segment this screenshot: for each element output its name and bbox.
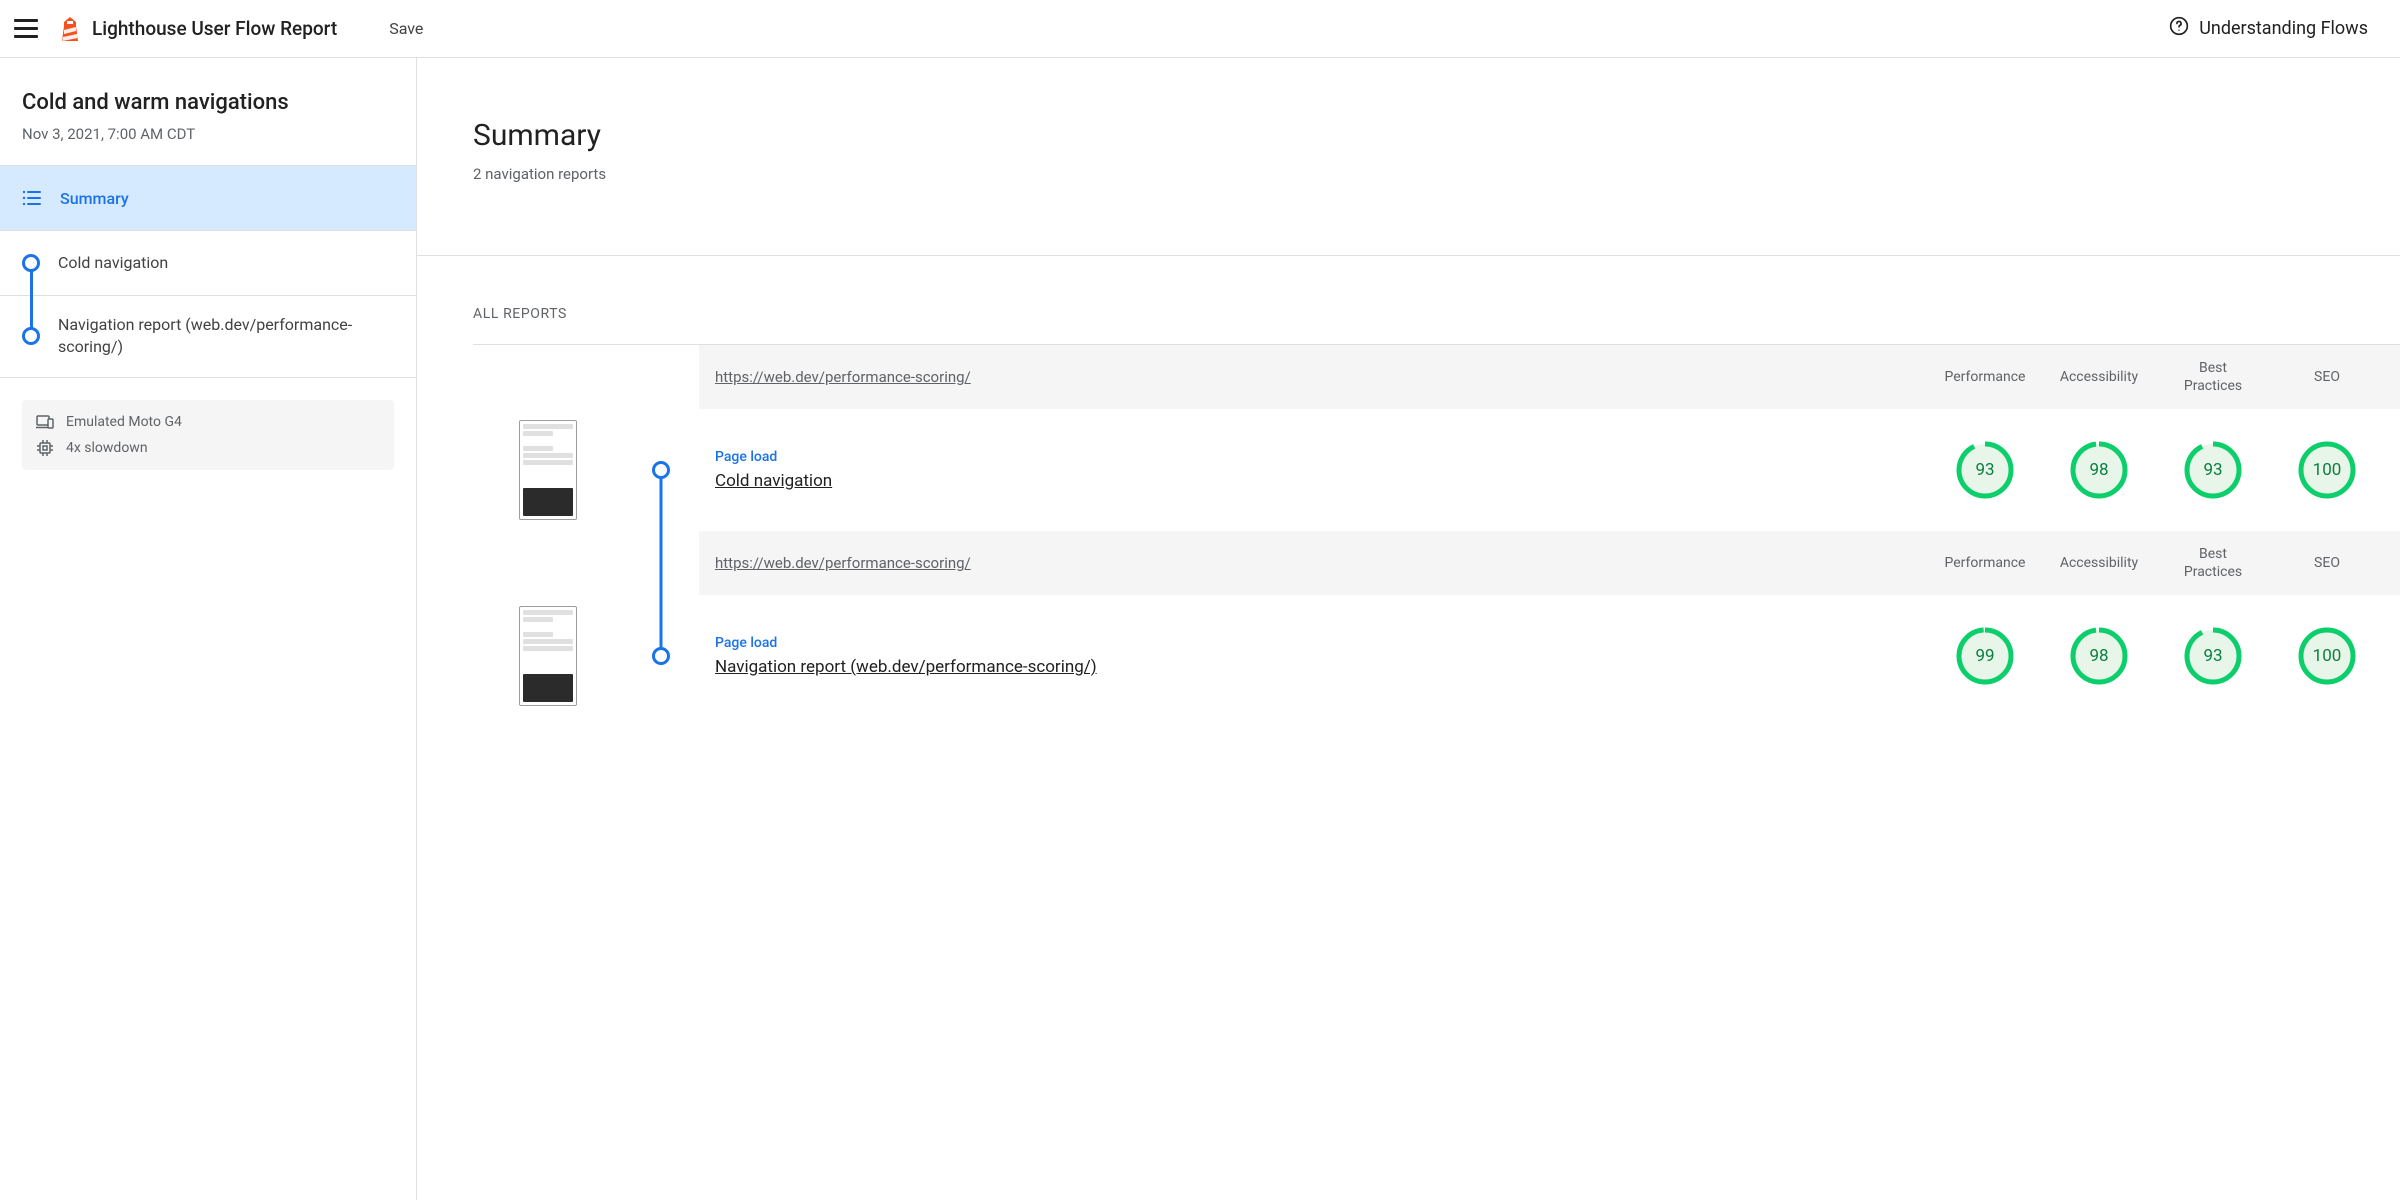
score-value: 98 bbox=[2070, 627, 2128, 685]
score-gauge[interactable]: 93 bbox=[2156, 627, 2270, 685]
column-header: BestPractices bbox=[2156, 359, 2270, 395]
topbar: Lighthouse User Flow Report Save Underst… bbox=[0, 0, 2400, 58]
report-name-link[interactable]: Navigation report (web.dev/performance-s… bbox=[715, 657, 1928, 677]
save-button[interactable]: Save bbox=[389, 19, 423, 38]
lighthouse-icon bbox=[60, 17, 80, 41]
env-device-label: Emulated Moto G4 bbox=[66, 414, 182, 430]
column-header: Accessibility bbox=[2042, 368, 2156, 386]
column-header: SEO bbox=[2270, 554, 2384, 572]
report-url-row: https://web.dev/performance-scoring/ Per… bbox=[699, 531, 2400, 595]
score-gauge[interactable]: 93 bbox=[2156, 441, 2270, 499]
cpu-icon bbox=[36, 440, 54, 456]
score-value: 93 bbox=[2184, 627, 2242, 685]
step-marker-icon bbox=[652, 461, 670, 479]
flow-title: Cold and warm navigations bbox=[22, 90, 394, 115]
sidebar-step-cold-navigation[interactable]: Cold navigation bbox=[0, 230, 416, 295]
report-row: Page load Navigation report (web.dev/per… bbox=[699, 595, 2400, 717]
column-header: Performance bbox=[1928, 554, 2042, 572]
app-title: Lighthouse User Flow Report bbox=[92, 17, 337, 40]
score-gauge[interactable]: 98 bbox=[2042, 441, 2156, 499]
step-marker-icon bbox=[22, 254, 40, 272]
step-label: Cold navigation bbox=[58, 252, 168, 274]
sidebar-item-label: Summary bbox=[60, 189, 129, 208]
sidebar: Cold and warm navigations Nov 3, 2021, 7… bbox=[0, 58, 417, 1200]
step-marker-icon bbox=[652, 647, 670, 665]
score-value: 93 bbox=[1956, 441, 2014, 499]
report-row: Page load Cold navigation 93 98 93 bbox=[699, 409, 2400, 531]
score-value: 100 bbox=[2298, 441, 2356, 499]
reports-table: https://web.dev/performance-scoring/ Per… bbox=[473, 345, 2400, 717]
score-value: 100 bbox=[2298, 627, 2356, 685]
report-url-link[interactable]: https://web.dev/performance-scoring/ bbox=[715, 368, 1928, 386]
brand: Lighthouse User Flow Report bbox=[60, 17, 337, 41]
report-name-link[interactable]: Cold navigation bbox=[715, 471, 1928, 491]
menu-icon[interactable] bbox=[14, 17, 38, 41]
env-cpu: 4x slowdown bbox=[36, 440, 380, 456]
report-type-label: Page load bbox=[715, 635, 1928, 651]
screenshot-thumbnail[interactable] bbox=[519, 606, 577, 706]
devices-icon bbox=[36, 415, 54, 429]
report-url-row: https://web.dev/performance-scoring/ Per… bbox=[699, 345, 2400, 409]
sidebar-step-navigation-report[interactable]: Navigation report (web.dev/performance-s… bbox=[0, 295, 416, 378]
flow-steps: Cold navigation Navigation report (web.d… bbox=[0, 230, 416, 378]
env-cpu-label: 4x slowdown bbox=[66, 440, 148, 456]
page-subtitle: 2 navigation reports bbox=[473, 165, 2400, 183]
main-content: Summary 2 navigation reports ALL REPORTS… bbox=[417, 58, 2400, 1200]
flow-date: Nov 3, 2021, 7:00 AM CDT bbox=[22, 125, 394, 143]
column-header: BestPractices bbox=[2156, 545, 2270, 581]
score-gauge[interactable]: 98 bbox=[2042, 627, 2156, 685]
flow-header: Cold and warm navigations Nov 3, 2021, 7… bbox=[0, 58, 416, 165]
score-gauge[interactable]: 93 bbox=[1928, 441, 2042, 499]
column-header: Accessibility bbox=[2042, 554, 2156, 572]
score-gauge[interactable]: 100 bbox=[2270, 441, 2384, 499]
score-gauge[interactable]: 99 bbox=[1928, 627, 2042, 685]
column-header: SEO bbox=[2270, 368, 2384, 386]
page-title: Summary bbox=[473, 118, 2400, 153]
sidebar-item-summary[interactable]: Summary bbox=[0, 165, 416, 230]
step-label: Navigation report (web.dev/performance-s… bbox=[58, 314, 394, 359]
env-device: Emulated Moto G4 bbox=[36, 414, 380, 430]
all-reports-heading: ALL REPORTS bbox=[417, 256, 2400, 344]
summary-header: Summary 2 navigation reports bbox=[417, 118, 2400, 255]
help-link[interactable]: Understanding Flows bbox=[2169, 16, 2368, 41]
list-icon bbox=[22, 190, 42, 206]
environment-box: Emulated Moto G4 4x slowdown bbox=[22, 400, 394, 470]
column-header: Performance bbox=[1928, 368, 2042, 386]
score-value: 99 bbox=[1956, 627, 2014, 685]
step-marker-icon bbox=[22, 327, 40, 345]
score-value: 98 bbox=[2070, 441, 2128, 499]
report-type-label: Page load bbox=[715, 449, 1928, 465]
score-gauge[interactable]: 100 bbox=[2270, 627, 2384, 685]
screenshot-thumbnail[interactable] bbox=[519, 420, 577, 520]
help-label: Understanding Flows bbox=[2199, 18, 2368, 39]
help-icon bbox=[2169, 16, 2189, 41]
score-value: 93 bbox=[2184, 441, 2242, 499]
report-url-link[interactable]: https://web.dev/performance-scoring/ bbox=[715, 554, 1928, 572]
